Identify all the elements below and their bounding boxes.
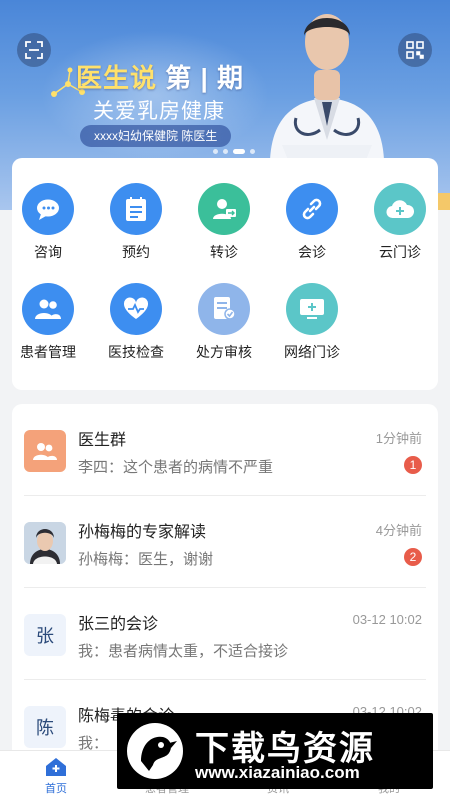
calendar-list-icon: [110, 183, 162, 235]
qr-code-button[interactable]: [398, 33, 432, 67]
service-label: 咨询: [34, 244, 62, 260]
heart-pulse-icon: [110, 283, 162, 335]
service-label: 会诊: [298, 244, 326, 260]
letter-avatar: 陈: [24, 706, 66, 748]
carousel-dot[interactable]: [213, 149, 218, 154]
service-label: 网络门诊: [284, 344, 340, 360]
service-label: 云门诊: [379, 244, 421, 260]
qr-code-icon: [406, 41, 424, 59]
people-icon: [22, 283, 74, 335]
watermark-overlay: 下载鸟资源 www.xiazainiao.com: [117, 713, 433, 789]
user-photo-avatar: [24, 522, 66, 564]
banner-hospital-tag: xxxx妇幼保健院 陈医生: [80, 125, 232, 147]
service-referral[interactable]: 转诊: [184, 183, 264, 262]
doctor-illustration: [270, 14, 384, 160]
banner-carousel-dots[interactable]: [213, 149, 255, 154]
message-row-expert-interpretation[interactable]: 孙梅梅的专家解读 孙梅梅：医生，谢谢 4分钟前 2: [12, 496, 438, 588]
service-label: 医技检查: [108, 344, 164, 360]
message-title: 张三的会诊: [78, 616, 159, 633]
watermark-url: www.xiazainiao.com: [195, 763, 360, 782]
message-title: 孙梅梅的专家解读: [78, 524, 207, 541]
service-patient-management[interactable]: 患者管理: [8, 283, 88, 362]
person-transfer-icon: [198, 183, 250, 235]
message-time: 4分钟前: [375, 523, 422, 538]
monitor-plus-icon: [286, 283, 338, 335]
banner-subtitle: 关爱乳房健康: [93, 100, 225, 123]
message-time: 1分钟前: [375, 431, 422, 446]
prescription-icon: [198, 283, 250, 335]
link-icon: [286, 183, 338, 235]
service-label: 预约: [122, 244, 150, 260]
message-preview: 我：患者病情太重，不适合接诊: [78, 643, 289, 660]
scan-icon: [25, 41, 43, 59]
service-consult[interactable]: 咨询: [8, 183, 88, 262]
message-row-zhang-consultation[interactable]: 张 张三的会诊 我：患者病情太重，不适合接诊 03-12 10:02: [12, 588, 438, 680]
tab-label: 首页: [45, 782, 67, 795]
message-title: 医生群: [78, 432, 127, 449]
message-time: 03-12 10:02: [352, 612, 422, 627]
message-preview: 孙梅梅：医生，谢谢: [78, 551, 214, 568]
scan-button[interactable]: [17, 33, 51, 67]
service-label: 患者管理: [20, 344, 76, 360]
message-row-doctor-group[interactable]: 医生群 李四：这个患者的病情不严重 1分钟前 1: [12, 404, 438, 496]
banner-title-issue: 第 | 期: [157, 63, 244, 93]
unread-badge: 2: [404, 548, 422, 566]
unread-badge: 1: [404, 456, 422, 474]
letter-avatar: 张: [24, 614, 66, 656]
bird-logo-icon: [127, 723, 183, 779]
service-medical-exam[interactable]: 医技检查: [96, 283, 176, 362]
carousel-dot[interactable]: [223, 149, 228, 154]
banner-title-prefix: 医生说: [76, 63, 158, 93]
group-avatar-icon: [24, 430, 66, 472]
carousel-dot[interactable]: [250, 149, 255, 154]
cloud-plus-icon: [374, 183, 426, 235]
home-icon: [46, 757, 66, 776]
service-appointment[interactable]: 预约: [96, 183, 176, 262]
service-consultation[interactable]: 会诊: [272, 183, 352, 262]
banner-title: 医生说 第 | 期: [76, 58, 244, 95]
tab-home[interactable]: 首页: [11, 751, 101, 800]
service-online-clinic[interactable]: 网络门诊: [272, 283, 352, 362]
message-preview: 李四：这个患者的病情不严重: [78, 459, 274, 476]
services-card: 咨询 预约 转诊 会诊 云门诊 患者管理 医技检查 处方审核 网络门诊: [12, 158, 438, 390]
chat-bubble-icon: [22, 183, 74, 235]
carousel-dot-active[interactable]: [233, 149, 245, 154]
service-cloud-clinic[interactable]: 云门诊: [360, 183, 440, 262]
service-label: 处方审核: [196, 344, 252, 360]
service-label: 转诊: [210, 244, 238, 260]
service-prescription-review[interactable]: 处方审核: [184, 283, 264, 362]
